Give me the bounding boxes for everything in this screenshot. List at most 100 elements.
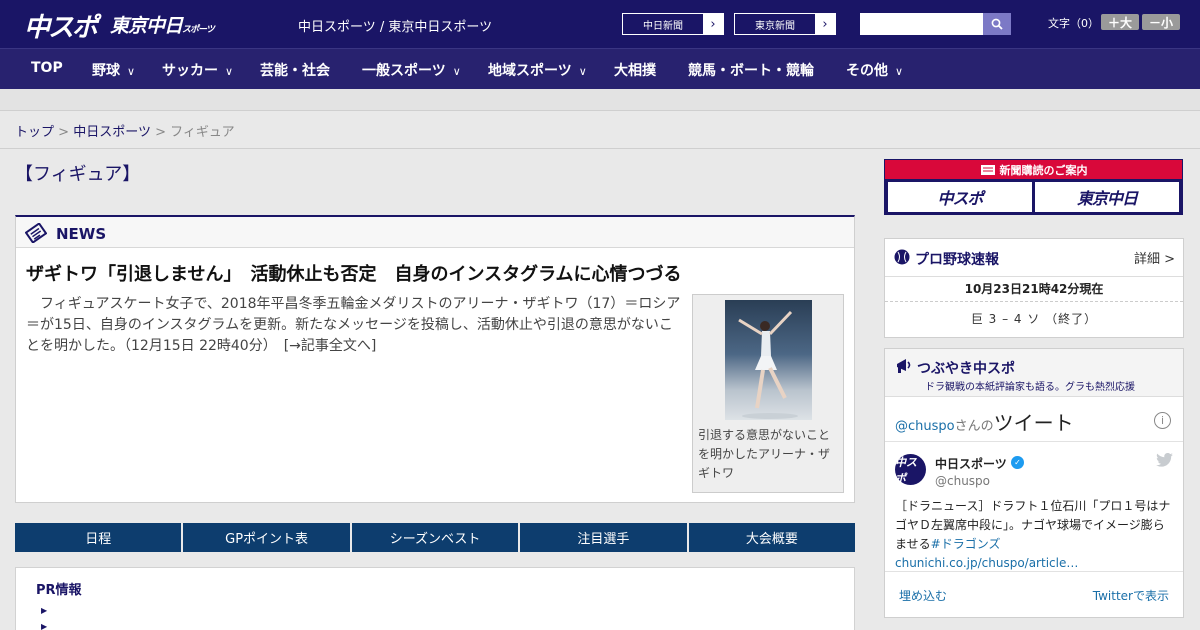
chunichi-shimbun-label: 中日新聞 [643,20,683,32]
chevron-down-icon: ∨ [895,65,904,78]
megaphone-icon [897,359,911,373]
nav-item-baseball[interactable]: 野球 ∨ [92,60,135,80]
news-photo [725,300,812,420]
logo-tokyo-small: スポーツ [182,25,215,35]
logo-chuspo[interactable]: 中スポ [24,7,98,44]
logo-tokyo-chunichi[interactable]: 東京中日スポーツ [110,11,215,38]
divider [885,276,1183,277]
chevron-down-icon: ∨ [127,65,136,78]
search-input[interactable] [860,13,982,35]
divider [885,301,1183,302]
nav-item-other[interactable]: その他 ∨ [846,60,903,80]
nav-item-top[interactable]: TOP [31,60,63,76]
news-box: NEWS ザギトワ「引退しません」 活動休止も否定 自身のインスタグラムに心情つ… [15,215,855,503]
search-button[interactable] [983,13,1011,35]
page-title: 【フィギュア】 [15,164,141,185]
nav-item-label: 野球 [92,63,120,79]
subscription-title: 新聞購読のご案内 [885,160,1182,179]
tab-schedule[interactable]: 日程 [15,523,182,552]
divider [0,148,1200,149]
figure-tabs: 日程 GPポイント表 シーズンベスト 注目選手 大会概要 [15,523,856,552]
breadcrumb-current: フィギュア [170,125,235,140]
chevron-down-icon: ∨ [225,65,234,78]
site-header: 中スポ 東京中日スポーツ 中日スポーツ / 東京中日スポーツ 中日新聞 › 東京… [0,0,1200,48]
twitter-tweets-word: ツイート [993,411,1074,435]
nav-item-entertainment[interactable]: 芸能・社会 [260,60,330,80]
avatar[interactable]: 中スポ [895,454,926,485]
font-size-label: 文字（0） [1048,17,1099,30]
search-icon [991,18,1003,30]
subscribe-chuspo[interactable]: 中スポ [888,182,1032,212]
breadcrumb-separator: > [155,125,166,140]
site-links[interactable]: 中日スポーツ / 東京中日スポーツ [298,16,492,35]
twitter-handle-link[interactable]: @chuspo [895,419,955,434]
nav-item-label: サッカー [162,63,218,79]
nav-item-sumo[interactable]: 大相撲 [614,60,656,80]
nav-item-keiba[interactable]: 競馬・ボート・競輪 [688,60,814,80]
nav-item-soccer[interactable]: サッカー ∨ [162,60,233,80]
baseball-icon [894,249,910,265]
verified-badge-icon: ✓ [1011,456,1024,469]
twitter-embed-link[interactable]: 埋め込む [899,587,947,604]
subscribe-tokyo-chunichi[interactable]: 東京中日 [1035,182,1179,212]
twitter-widget-header: つぶやき中スポ ドラ観戦の本紙評論家も語る。グラも熱烈応援 [885,349,1183,397]
baseball-detail-link[interactable]: 詳細 > [1134,248,1175,267]
nav-item-regional-sports[interactable]: 地域スポーツ ∨ [488,60,587,80]
news-article-body[interactable]: フィギュアスケート女子で、2018年平昌冬季五輪金メダリストのアリーナ・ザギトワ… [26,294,681,357]
breadcrumb-section[interactable]: 中日スポーツ [73,125,151,140]
info-icon[interactable]: i [1154,412,1171,429]
tweet-account-handle[interactable]: @chuspo [935,474,990,488]
nav-item-label: その他 [846,63,888,79]
ad-band [0,89,1200,111]
tweet-text[interactable]: ［ドラニュース］ドラフト１位石川「プロ１号はナゴヤＤ左翼席中段に」。ナゴヤ球場で… [895,497,1175,573]
breadcrumb-separator: > [58,125,70,140]
twitter-widget: つぶやき中スポ ドラ観戦の本紙評論家も語る。グラも熱烈応援 @chuspoさんの… [884,348,1184,618]
subscription-banner[interactable]: 新聞購読のご案内 中スポ 東京中日 [884,159,1183,215]
tab-featured-skaters[interactable]: 注目選手 [520,523,687,552]
twitter-handle-suffix: さんの [954,419,994,434]
nav-item-label: TOP [31,60,63,76]
skater-figure-icon [738,310,798,419]
twitter-timeline-heading: @chuspoさんのツイート [895,407,1074,436]
baseball-score[interactable]: 巨 3 – 4 ソ （終了） [885,310,1183,327]
nav-item-label: 大相撲 [614,63,656,79]
logo-tokyo-text: 東京中日 [110,15,183,37]
divider [885,571,1183,572]
news-photo-card[interactable]: 引退する意思がないことを明かしたアリーナ・ザギトワ [692,294,844,493]
baseball-title: プロ野球速報 [915,252,999,268]
pr-box: PR情報 ▶ ▶ [15,567,855,630]
subscription-title-text: 新聞購読のご案内 [999,163,1088,177]
baseball-timestamp: 10月23日21時42分現在 [964,282,1104,296]
chevron-down-icon: ∨ [452,65,461,78]
tab-gp-points[interactable]: GPポイント表 [183,523,350,552]
nav-item-general-sports[interactable]: 一般スポーツ ∨ [362,60,461,80]
twitter-view-link[interactable]: Twitterで表示 [1093,587,1169,604]
chevron-right-icon: › [815,14,835,34]
news-label: NEWS [56,225,107,243]
font-larger-button[interactable]: ＋大 [1101,14,1139,30]
chunichi-shimbun-button[interactable]: 中日新聞 › [622,13,724,35]
tweet-account-name[interactable]: 中日スポーツ [935,455,1007,472]
newspaper-icon [25,223,47,243]
nav-item-label: 地域スポーツ [488,63,572,79]
twitter-widget-title: つぶやき中スポ [917,361,1015,377]
news-headline[interactable]: ザギトワ「引退しません」 活動休止も否定 自身のインスタグラムに心情つづる [26,260,682,286]
chevron-right-icon: › [703,14,723,34]
breadcrumb-top[interactable]: トップ [15,125,54,140]
tab-event-overview[interactable]: 大会概要 [688,523,856,552]
font-smaller-button[interactable]: －小 [1142,14,1180,30]
search-box [860,13,1011,35]
pr-title: PR情報 [36,583,82,598]
chevron-down-icon: ∨ [578,65,587,78]
subscription-logos: 中スポ 東京中日 [885,179,1182,212]
breadcrumb: トップ > 中日スポーツ > フィギュア [15,121,235,140]
bullet-icon: ▶ [41,622,48,630]
twitter-bird-icon[interactable] [1156,453,1173,467]
nav-item-label: 競馬・ボート・競輪 [688,63,814,79]
bullet-icon: ▶ [41,606,48,615]
tokyo-shimbun-button[interactable]: 東京新聞 › [734,13,836,35]
pro-baseball-widget: プロ野球速報 詳細 > 10月23日21時42分現在 巨 3 – 4 ソ （終了… [884,238,1184,338]
twitter-widget-subtitle: ドラ観戦の本紙評論家も語る。グラも熱烈応援 [925,382,1135,393]
nav-item-label: 一般スポーツ [362,63,446,79]
tab-season-best[interactable]: シーズンベスト [351,523,519,552]
